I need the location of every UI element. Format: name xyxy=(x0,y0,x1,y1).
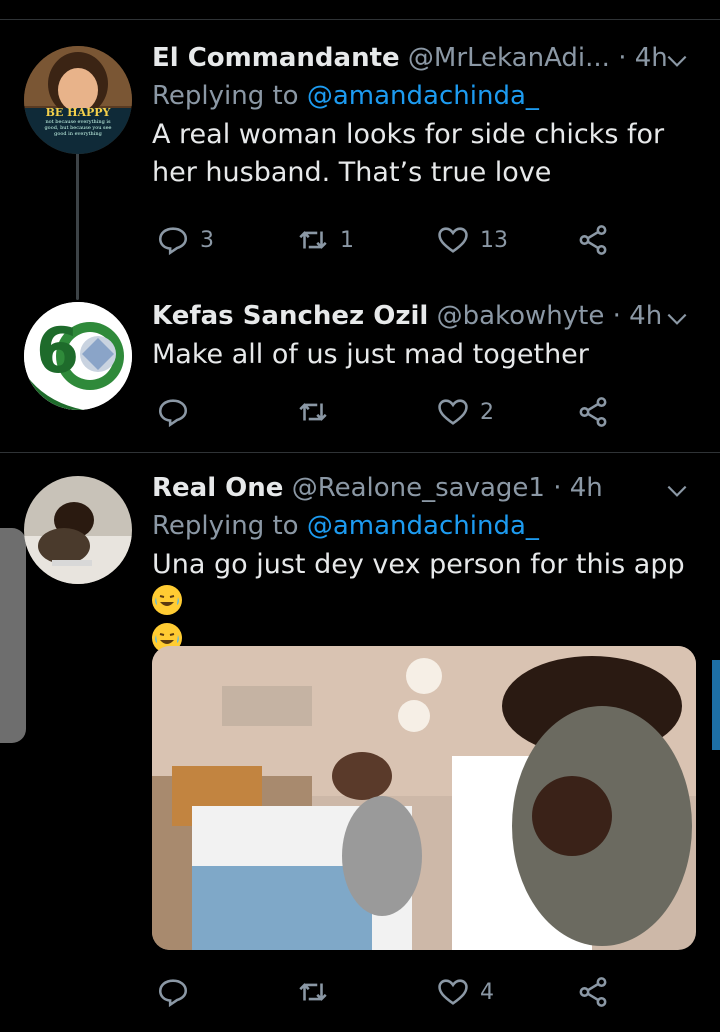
chevron-down-icon[interactable] xyxy=(664,48,690,74)
share-button[interactable] xyxy=(576,972,610,1012)
like-count: 2 xyxy=(480,399,494,425)
tweet-divider xyxy=(0,452,720,453)
heart-icon xyxy=(438,979,468,1005)
tweet-text: Una go just dey vex person for this app xyxy=(152,549,685,580)
tweet[interactable]: Real One @Realone_savage1 · 4h Replying … xyxy=(152,472,702,660)
thread-connector xyxy=(76,136,79,300)
user-handle[interactable]: @Realone_savage1 xyxy=(292,473,545,503)
timestamp[interactable]: 4h xyxy=(635,43,668,73)
reply-button[interactable]: 3 xyxy=(156,220,214,260)
avatar[interactable] xyxy=(24,476,132,584)
laughing-tears-emoji xyxy=(152,585,182,615)
tweet-text: Make all of us just mad together xyxy=(152,339,589,370)
reply-count: 3 xyxy=(200,227,214,253)
avatar-caption: 6 xyxy=(36,314,80,387)
share-icon xyxy=(579,397,607,427)
timestamp[interactable]: 4h xyxy=(629,301,662,331)
tweet-actions: 4 xyxy=(152,972,622,1012)
reply-button[interactable] xyxy=(156,972,200,1012)
heart-icon xyxy=(438,399,468,425)
chevron-down-icon[interactable] xyxy=(664,306,690,332)
tweet-text-wrap: Una go just dey vex person for this app xyxy=(152,546,702,660)
mention-link[interactable]: @amandachinda_ xyxy=(307,511,539,541)
tweet-text: A real woman looks for side chicks for h… xyxy=(152,119,665,188)
tweet-actions: 2 xyxy=(152,392,622,432)
like-count: 4 xyxy=(480,979,494,1005)
retweet-icon xyxy=(299,231,327,249)
tweet-media-image[interactable] xyxy=(152,646,696,950)
avatar[interactable]: 6 TOO xyxy=(24,302,132,410)
reply-icon xyxy=(158,227,188,256)
tweet-header: Kefas Sanchez Ozil @bakowhyte · 4h xyxy=(152,301,663,331)
timestamp[interactable]: 4h xyxy=(570,473,603,503)
tweet-header: El Commandante @MrLekanAdi... · 4h xyxy=(152,43,668,73)
retweet-icon xyxy=(299,983,327,1001)
display-name[interactable]: Kefas Sanchez Ozil xyxy=(152,301,428,331)
chevron-down-icon[interactable] xyxy=(664,478,690,504)
scroll-indicator[interactable] xyxy=(712,660,720,750)
tweet[interactable]: Kefas Sanchez Ozil @bakowhyte · 4h Make … xyxy=(152,300,702,374)
reply-icon xyxy=(158,399,188,428)
retweet-count: 1 xyxy=(340,227,354,253)
user-handle[interactable]: @bakowhyte xyxy=(437,301,605,331)
share-icon xyxy=(579,225,607,255)
reply-button[interactable] xyxy=(156,392,200,432)
retweet-button[interactable] xyxy=(296,972,340,1012)
display-name[interactable]: Real One xyxy=(152,473,283,503)
mention-link[interactable]: @amandachinda_ xyxy=(307,81,539,111)
heart-icon xyxy=(438,227,468,253)
tweet-actions: 3 1 13 xyxy=(152,220,622,260)
share-icon xyxy=(579,977,607,1007)
avatar-caption: BE HAPPY xyxy=(45,106,111,119)
replying-to: Replying to @amandachinda_ xyxy=(152,81,539,111)
like-button[interactable]: 4 xyxy=(436,972,494,1012)
top-divider xyxy=(0,19,720,20)
reply-icon xyxy=(158,979,188,1008)
user-handle[interactable]: @MrLekanAdi... xyxy=(408,43,610,73)
replying-to: Replying to @amandachinda_ xyxy=(152,511,539,541)
like-count: 13 xyxy=(480,227,508,253)
share-button[interactable] xyxy=(576,220,610,260)
tweet-header: Real One @Realone_savage1 · 4h xyxy=(152,473,603,503)
share-button[interactable] xyxy=(576,392,610,432)
retweet-icon xyxy=(299,403,327,421)
display-name[interactable]: El Commandante xyxy=(152,43,400,73)
retweet-button[interactable] xyxy=(296,392,340,432)
like-button[interactable]: 2 xyxy=(436,392,494,432)
avatar[interactable]: BE HAPPY not because everything is good,… xyxy=(24,46,132,154)
edge-panel-handle[interactable] xyxy=(0,528,26,743)
retweet-button[interactable]: 1 xyxy=(296,220,354,260)
like-button[interactable]: 13 xyxy=(436,220,508,260)
tweet[interactable]: El Commandante @MrLekanAdi... · 4h Reply… xyxy=(152,42,702,192)
